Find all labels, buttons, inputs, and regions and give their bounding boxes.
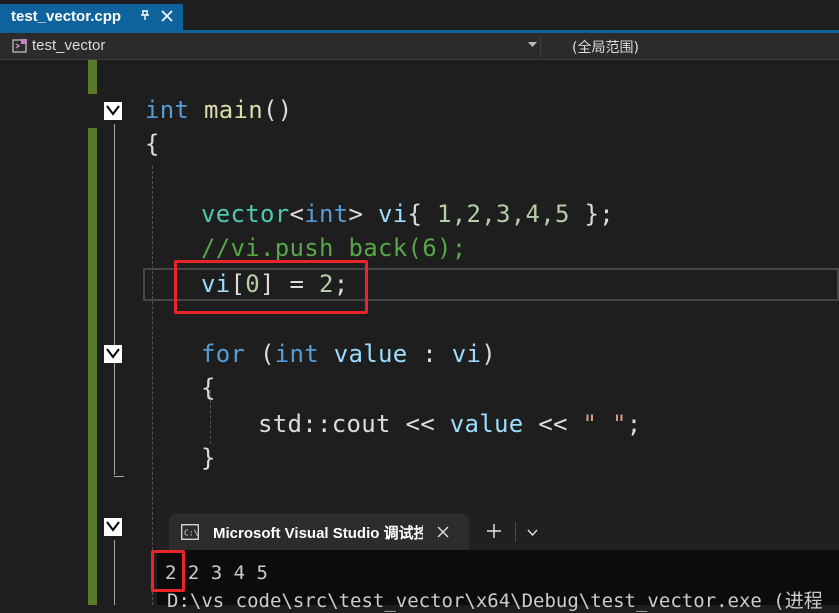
function-name: main: [204, 96, 263, 124]
code-line: //vi.push_back(6);: [201, 234, 467, 262]
brace: {: [201, 374, 216, 402]
punctuation: >: [348, 200, 364, 228]
highlight-annotation: [174, 260, 368, 314]
document-tab-title: test_vector.cpp: [11, 8, 122, 25]
svg-text:C:\: C:\: [184, 529, 199, 538]
chevron-down-icon: [106, 348, 120, 359]
change-indicator: [88, 128, 97, 605]
scope-label: (全局范围): [572, 40, 639, 56]
operator: <<: [390, 410, 450, 438]
close-icon[interactable]: [160, 9, 174, 23]
chevron-down-icon: [106, 521, 120, 532]
console-tab[interactable]: C:\ Microsoft Visual Studio 调试控制台: [169, 514, 469, 550]
punctuation: ): [481, 340, 496, 368]
document-tab[interactable]: test_vector.cpp: [0, 4, 183, 30]
keyword: for: [201, 340, 246, 368]
navigation-bar: test_vector (全局范围): [0, 33, 839, 60]
close-icon[interactable]: [437, 526, 449, 538]
project-icon: [12, 39, 27, 53]
chevron-down-icon: [106, 105, 120, 116]
code-line: for (int value : vi): [201, 340, 496, 368]
indent-guide: [152, 166, 153, 605]
console-path-line: D:\vs code\src\test_vector\x64\Debug\tes…: [167, 590, 823, 612]
project-dropdown[interactable]: test_vector: [8, 35, 541, 57]
punctuation: ;: [626, 410, 642, 438]
highlight-annotation: [151, 550, 185, 592]
punctuation: (: [245, 340, 275, 368]
keyword: int: [274, 340, 319, 368]
outline-line: [114, 124, 115, 346]
collapse-toggle[interactable]: [104, 102, 122, 120]
code-line: int main(): [145, 96, 293, 124]
chevron-down-icon[interactable]: [527, 529, 538, 536]
outline-line: [114, 362, 115, 475]
debug-console-window: C:\ Microsoft Visual Studio 调试控制台 2 2 3 …: [151, 500, 839, 612]
comment: //vi.push_back(6);: [201, 234, 467, 262]
variable: value: [449, 410, 524, 438]
project-label: test_vector: [32, 37, 106, 54]
terminal-icon: C:\: [181, 524, 199, 540]
punctuation: };: [569, 200, 614, 228]
code-line: {: [145, 130, 160, 158]
document-tab-strip: test_vector.cpp: [0, 0, 839, 34]
variable: vi: [378, 200, 408, 228]
pin-icon[interactable]: [138, 8, 152, 24]
keyword: int: [145, 96, 190, 124]
console-output-area: 2 2 3 4 5 D:\vs code\src\test_vector\x64…: [157, 550, 839, 612]
chevron-down-icon: [528, 42, 537, 47]
brace: }: [201, 444, 216, 472]
code-line: }: [201, 444, 216, 472]
punctuation: (): [263, 96, 293, 124]
string-literal: " ": [582, 410, 627, 438]
keyword: int: [304, 200, 349, 228]
type-name: vector: [201, 200, 290, 228]
scope-dropdown[interactable]: (全局范围): [546, 35, 839, 57]
number-literal: 1,2,3,4,5: [437, 200, 570, 228]
console-title: Microsoft Visual Studio 调试控制台: [213, 525, 423, 542]
outline-line: [114, 540, 115, 605]
code-line: {: [201, 374, 216, 402]
operator: <<: [523, 410, 583, 438]
change-indicator: [88, 60, 97, 94]
identifier: std::cout: [258, 410, 391, 438]
punctuation: :: [407, 340, 452, 368]
collapse-toggle[interactable]: [104, 345, 122, 363]
variable: value: [319, 340, 408, 368]
variable: vi: [451, 340, 482, 368]
brace: {: [145, 130, 160, 158]
code-line: std::cout << value << " ";: [258, 410, 642, 438]
outline-end-tick: [114, 476, 124, 477]
collapse-toggle[interactable]: [104, 518, 122, 536]
plus-icon[interactable]: [487, 524, 501, 538]
punctuation: {: [407, 200, 437, 228]
divider: [515, 522, 516, 542]
punctuation: <: [289, 200, 305, 228]
code-line: vector<int> vi{ 1,2,3,4,5 };: [201, 200, 614, 228]
